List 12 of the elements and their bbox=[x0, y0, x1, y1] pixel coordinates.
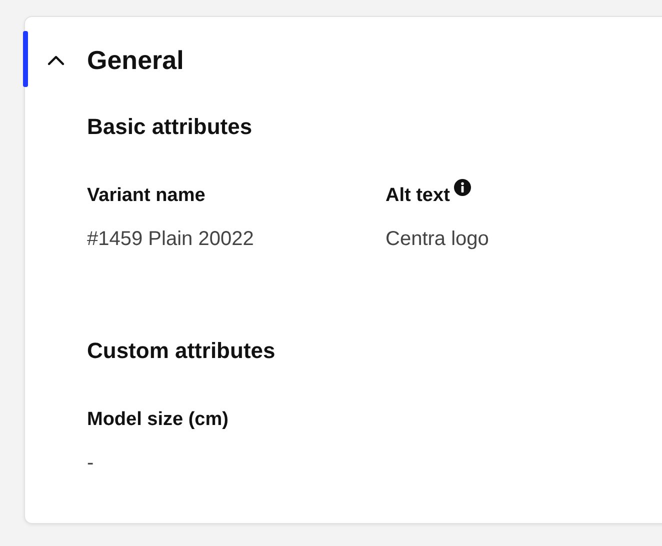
section-title: General bbox=[87, 44, 184, 76]
field-label: Variant name bbox=[87, 185, 206, 207]
group-title: Custom attributes bbox=[87, 338, 276, 364]
active-indicator bbox=[23, 31, 28, 87]
field-label: Model size (cm) bbox=[87, 409, 228, 431]
field-value: Centra logo bbox=[386, 228, 490, 251]
field-label: Alt text bbox=[386, 185, 450, 207]
group-title: Basic attributes bbox=[87, 114, 254, 140]
info-icon[interactable] bbox=[454, 179, 471, 196]
field-value: - bbox=[87, 452, 95, 475]
field-value: #1459 Plain 20022 bbox=[87, 228, 255, 251]
chevron-icon[interactable] bbox=[47, 54, 65, 66]
